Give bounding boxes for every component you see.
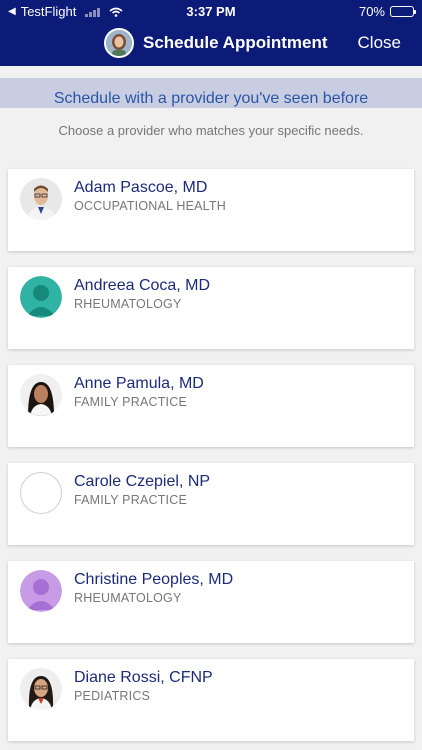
provider-card[interactable]: Adam Pascoe, MD OCCUPATIONAL HEALTH <box>8 169 414 251</box>
provider-specialty: RHEUMATOLOGY <box>74 591 182 605</box>
battery-status: 70% <box>358 4 416 19</box>
provider-specialty: PEDIATRICS <box>74 689 151 703</box>
battery-percent: 70% <box>358 4 385 19</box>
provider-empty-avatar <box>20 472 62 514</box>
instructions-text: Choose a provider who matches your speci… <box>58 123 364 138</box>
banner-text: Schedule with a provider you've seen bef… <box>53 90 369 107</box>
provider-name: Diane Rossi, CFNP <box>74 669 213 686</box>
provider-specialty: RHEUMATOLOGY <box>74 297 182 311</box>
provider-placeholder-avatar <box>20 570 62 612</box>
provider-placeholder-avatar <box>20 276 62 318</box>
provider-card[interactable]: Christine Peoples, MD RHEUMATOLOGY <box>8 561 414 643</box>
provider-photo <box>20 668 62 710</box>
provider-specialty: FAMILY PRACTICE <box>74 395 187 409</box>
provider-card[interactable]: Andreea Coca, MD RHEUMATOLOGY <box>8 267 414 349</box>
provider-specialty: FAMILY PRACTICE <box>74 493 187 507</box>
battery-icon <box>390 6 416 17</box>
page-title: Schedule Appointment <box>143 33 328 52</box>
provider-name: Carole Czepiel, NP <box>74 473 211 490</box>
provider-specialty: OCCUPATIONAL HEALTH <box>74 199 226 213</box>
provider-name: Anne Pamula, MD <box>74 375 204 392</box>
provider-card[interactable]: Anne Pamula, MD FAMILY PRACTICE <box>8 365 414 447</box>
provider-photo <box>20 374 62 416</box>
status-bar: ◀ TestFlight 3:37 PM 70% <box>0 0 422 24</box>
section-banner: Schedule with a provider you've seen bef… <box>0 78 422 108</box>
provider-card[interactable]: Carole Czepiel, NP FAMILY PRACTICE <box>8 463 414 545</box>
user-avatar <box>104 28 134 58</box>
provider-name: Christine Peoples, MD <box>74 571 234 588</box>
app-header: ◀ TestFlight 3:37 PM 70% Schedule Appoin… <box>0 0 422 66</box>
provider-photo <box>20 178 62 220</box>
close-button[interactable]: Close <box>358 33 401 53</box>
provider-card[interactable]: Diane Rossi, CFNP PEDIATRICS <box>8 659 414 741</box>
provider-name: Adam Pascoe, MD <box>74 179 208 196</box>
provider-name: Andreea Coca, MD <box>74 277 211 294</box>
